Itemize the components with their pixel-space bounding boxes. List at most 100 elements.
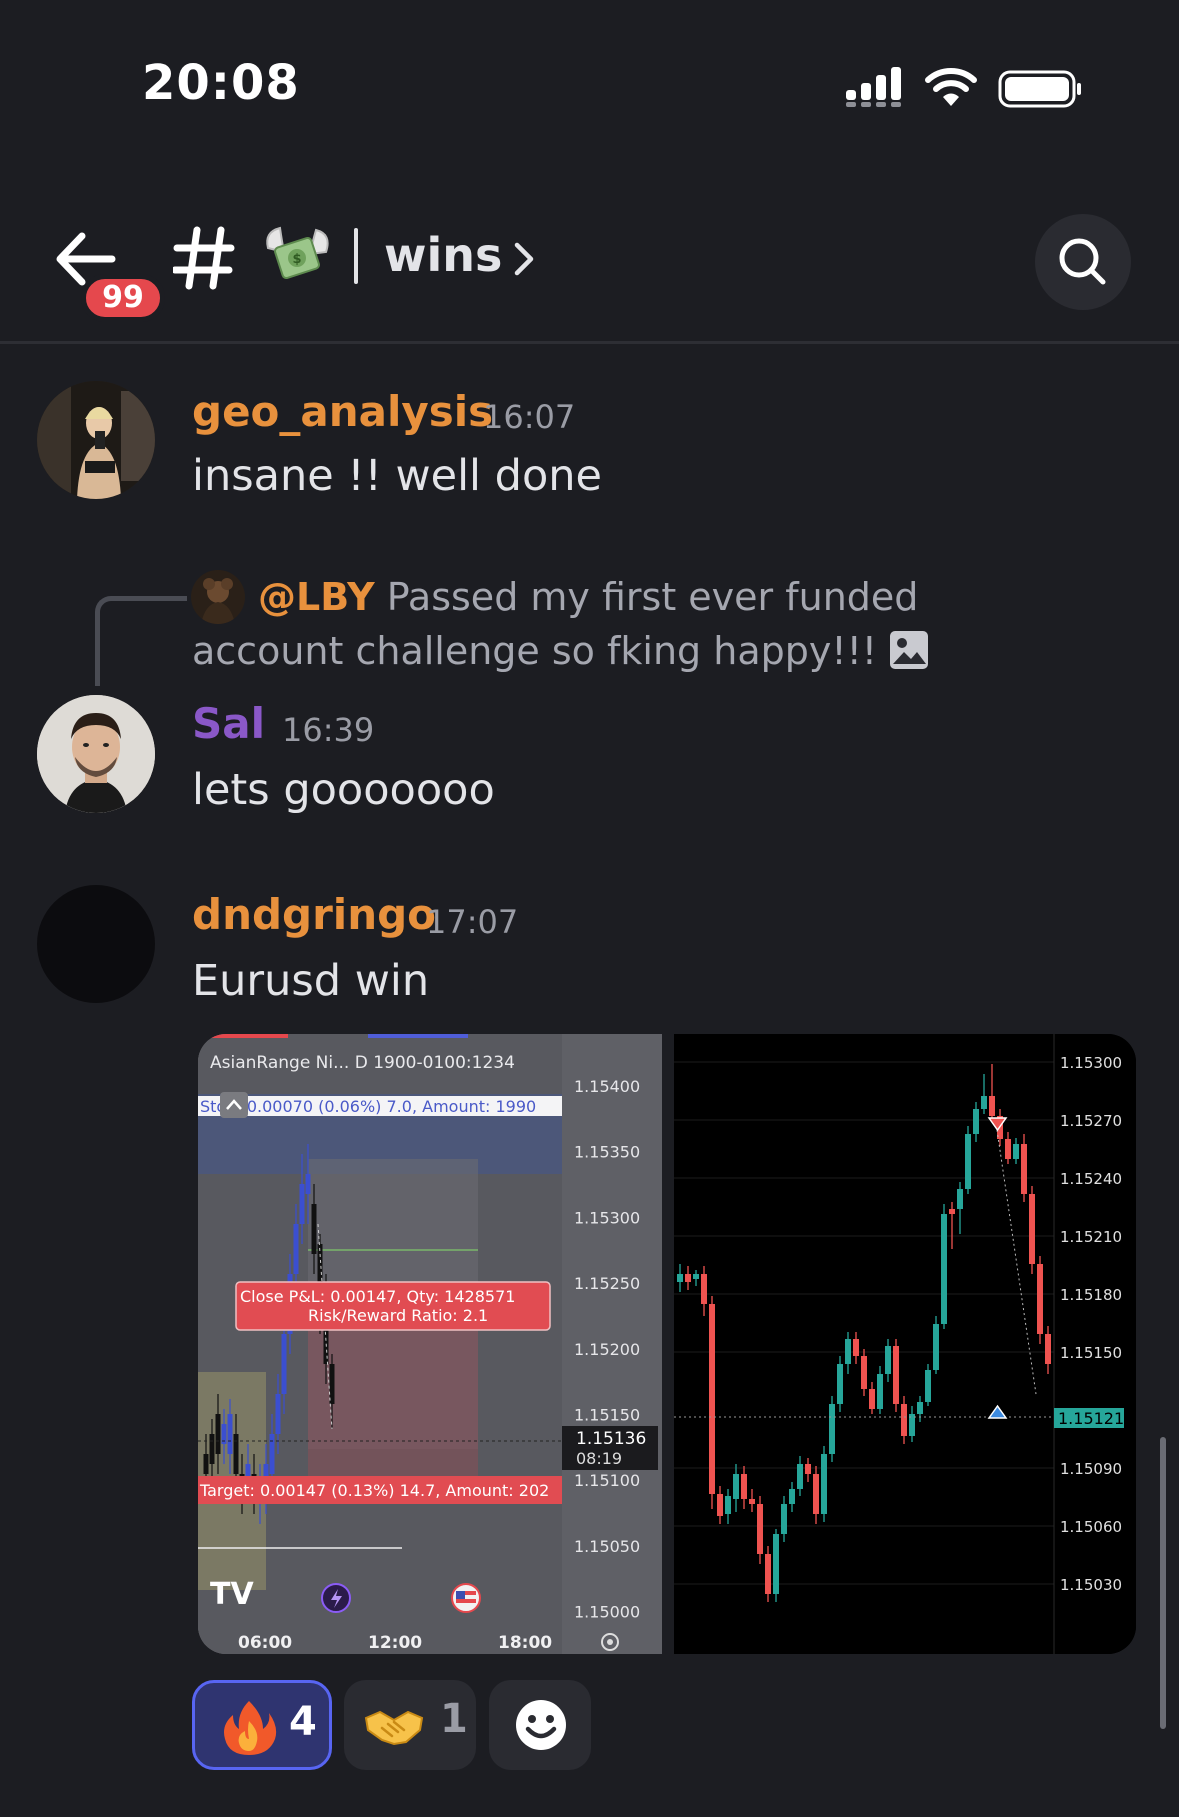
candle [821,1454,827,1514]
wifi-icon [925,68,977,106]
reply-mention[interactable]: @LBY [258,575,375,619]
candle [1029,1194,1035,1264]
candle [709,1304,715,1494]
price-tick-label: 1.15350 [574,1143,640,1162]
cellular-signal-icon [846,67,901,107]
message-timestamp: 17:07 [426,903,519,941]
candle [957,1189,963,1209]
add-reaction-icon [516,1700,566,1750]
svg-text:$: $ [292,252,301,267]
candle [293,1224,299,1274]
avatar[interactable] [37,885,155,1003]
candle [981,1096,987,1109]
reaction-count: 4 [289,1699,317,1745]
candle [925,1370,931,1402]
price-tick-label: 1.15060 [1060,1518,1122,1536]
candle [305,1174,311,1194]
countdown: 08:19 [576,1449,622,1468]
price-tick-label: 1.15030 [1060,1576,1122,1594]
avatar[interactable] [37,695,155,813]
avatar[interactable] [37,381,155,499]
header-divider [354,228,358,284]
candle [853,1339,859,1356]
candle [299,1184,305,1224]
add-reaction-button[interactable] [489,1680,591,1770]
candle [1045,1334,1051,1364]
image-icon [890,631,929,669]
candle [933,1324,939,1370]
candle [805,1464,811,1474]
price-tick-label: 1.15300 [1060,1054,1122,1072]
price-tick-label: 1.15250 [574,1274,640,1293]
candle [677,1274,683,1282]
search-button[interactable] [1035,214,1131,310]
candle [765,1554,771,1594]
message-timestamp: 16:39 [282,711,375,749]
candle [901,1404,907,1436]
header-separator [0,341,1179,344]
price-tick-label: 1.15150 [1060,1344,1122,1362]
candle [845,1339,851,1364]
candle [717,1494,723,1516]
reaction-handshake[interactable]: 1 [344,1680,476,1770]
candle [311,1204,317,1254]
candle [233,1434,239,1474]
reaction-count: 1 [440,1696,468,1742]
price-tick-label: 1.15240 [1060,1170,1122,1188]
price-tick-label: 1.15100 [574,1471,640,1490]
candle [869,1389,875,1409]
scrollbar[interactable] [1160,1437,1166,1729]
message-username[interactable]: dndgringo [192,890,436,939]
reply-preview[interactable]: @LBY Passed my first ever funded account… [192,570,1072,678]
risk-reward-label: Risk/Reward Ratio: 2.1 [308,1306,488,1325]
price-tick-label: 1.15210 [1060,1228,1122,1246]
candle [269,1434,275,1474]
search-icon [1059,238,1106,285]
current-price: 1.15121 [1058,1409,1124,1428]
target-label: Target: 0.00147 (0.13%) 14.7, Amount: 20… [199,1481,549,1500]
reaction-fire[interactable]: 4 [192,1680,332,1770]
candle [693,1274,699,1279]
current-price: 1.15136 [576,1429,646,1449]
candle [227,1414,233,1454]
price-tick-label: 1.15300 [574,1208,640,1227]
candle [781,1504,787,1534]
candle [797,1464,803,1489]
message-timestamp: 16:07 [483,398,576,436]
time-tick-label: 18:00 [498,1633,552,1653]
avatar-photo [37,381,155,499]
hashtag-icon [173,226,235,290]
unread-badge: 99 [81,274,165,322]
reply-connector [95,596,187,686]
image-attachment[interactable]: AsianRange Ni... D 1900-0100:1234 Stop: … [198,1034,662,1654]
candle [215,1414,221,1454]
candle [837,1364,843,1404]
candle [989,1096,995,1116]
candle [789,1489,795,1504]
candle [813,1474,819,1514]
image-attachment[interactable]: 1.15300 1.15270 1.15240 1.15210 1.15180 1.151… [674,1034,1136,1654]
price-tick-label: 1.15000 [574,1603,640,1622]
price-tick-label: 1.15400 [574,1077,640,1096]
indicator-label: AsianRange Ni... D 1900-0100:1234 [210,1053,515,1073]
price-tick-label: 1.15150 [574,1406,640,1425]
candle [203,1454,209,1474]
time-tick-label: 06:00 [238,1633,292,1653]
candle [275,1394,281,1434]
money-with-wings-icon: $ [266,226,329,280]
candle [885,1346,891,1374]
tradingview-logo: TV [210,1577,254,1612]
candle [281,1334,287,1394]
message-username[interactable]: Sal [192,699,265,748]
price-tick-label: 1.15090 [1060,1460,1122,1478]
message-username[interactable]: geo_analysis [192,387,493,436]
channel-name[interactable]: wins [384,228,502,282]
chevron-right-icon[interactable] [512,240,536,278]
trading-chart-left: AsianRange Ni... D 1900-0100:1234 Stop: … [198,1034,662,1654]
candle [749,1499,755,1504]
time-tick-label: 12:00 [368,1633,422,1653]
message-text: insane !! well done [192,451,602,501]
candle [757,1504,763,1554]
status-time: 20:08 [142,55,300,111]
candle [209,1434,215,1464]
